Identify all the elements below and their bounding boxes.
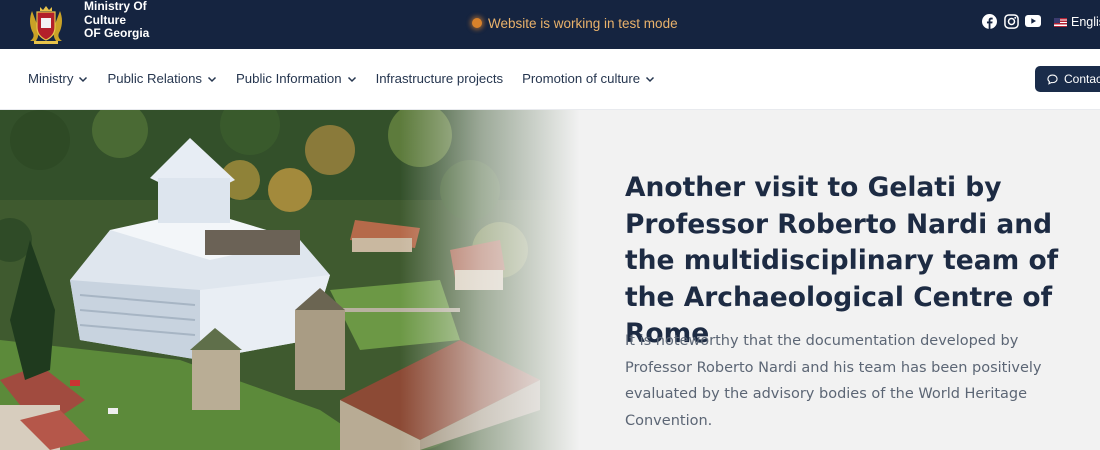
- language-selector[interactable]: English: [1054, 15, 1100, 29]
- nav-item-label: Promotion of culture: [522, 71, 641, 86]
- us-flag-icon: [1054, 17, 1067, 27]
- facebook-icon[interactable]: [981, 13, 997, 29]
- test-mode-notice: Website is working in test mode: [472, 14, 678, 32]
- chevron-down-icon: [79, 76, 88, 82]
- nav-menu: Ministry Public Relations Public Informa…: [28, 71, 674, 86]
- status-dot-icon: [472, 18, 482, 28]
- nav-item-infrastructure-projects[interactable]: Infrastructure projects: [376, 71, 504, 86]
- hero-section: Another visit to Gelati by Professor Rob…: [0, 110, 1100, 450]
- nav-item-label: Public Relations: [107, 71, 202, 86]
- contact-button-label: Contact: [1064, 72, 1100, 86]
- nav-item-label: Ministry: [28, 71, 74, 86]
- nav-item-public-information[interactable]: Public Information: [236, 71, 357, 86]
- chat-bubble-icon: [1047, 74, 1058, 85]
- social-links: [981, 13, 1041, 29]
- instagram-icon[interactable]: [1003, 13, 1019, 29]
- logo-line-1: Ministry Of: [84, 0, 147, 13]
- chevron-down-icon: [646, 76, 655, 82]
- chevron-down-icon: [347, 76, 356, 82]
- ministry-logo-text[interactable]: Ministry Of Culture OF Georgia: [84, 0, 174, 41]
- nav-item-promotion-of-culture[interactable]: Promotion of culture: [522, 71, 655, 86]
- hero-image-fade-overlay: [400, 110, 580, 450]
- language-label: English: [1071, 15, 1100, 29]
- youtube-icon[interactable]: [1025, 13, 1041, 29]
- nav-item-label: Public Information: [236, 71, 342, 86]
- logo-line-2: Culture: [84, 12, 126, 27]
- logo-line-3: OF Georgia: [84, 26, 150, 40]
- nav-item-ministry[interactable]: Ministry: [28, 71, 88, 86]
- contact-button[interactable]: Contact: [1035, 66, 1100, 92]
- test-mode-text: Website is working in test mode: [488, 15, 678, 31]
- hero-description: It is noteworthy that the documentation …: [625, 333, 1042, 429]
- georgia-coat-of-arms-icon[interactable]: [22, 3, 70, 45]
- chevron-down-icon: [207, 76, 217, 82]
- nav-item-label: Infrastructure projects: [375, 71, 504, 86]
- hero-title[interactable]: Another visit to Gelati by Professor Rob…: [625, 170, 1085, 353]
- main-navigation: Ministry Public Relations Public Informa…: [0, 49, 1100, 110]
- top-bar: Ministry Of Culture OF Georgia Website i…: [0, 0, 1100, 49]
- nav-item-public-relations[interactable]: Public Relations: [107, 71, 217, 86]
